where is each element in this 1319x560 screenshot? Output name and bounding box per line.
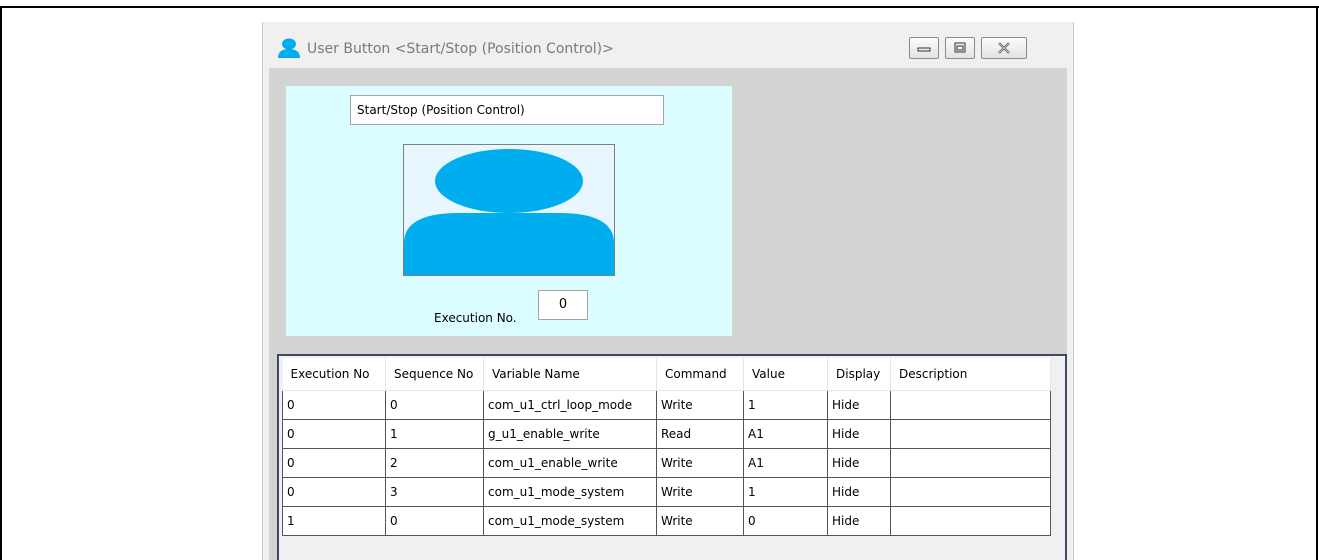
table-cell[interactable]: com_u1_mode_system [483,506,657,536]
table-cell[interactable]: com_u1_ctrl_loop_mode [483,390,657,420]
table-cell[interactable]: 2 [385,448,484,478]
execution-no-input[interactable]: 0 [538,290,588,320]
column-header[interactable]: Command [656,358,744,391]
table-cell[interactable]: 3 [385,477,484,507]
table-cell[interactable]: 1 [385,419,484,449]
column-header[interactable]: Value [743,358,828,391]
table-cell[interactable]: Write [656,390,744,420]
table-cell[interactable]: Hide [827,477,891,507]
button-preview-panel: Start/Stop (Position Control) Execution … [286,86,732,336]
frame-left [0,6,2,560]
execution-no-label: Execution No. [434,311,517,325]
table-cell[interactable]: A1 [743,419,828,449]
frame-top [0,6,1319,8]
table-cell[interactable]: com_u1_enable_write [483,448,657,478]
table-cell[interactable]: Write [656,477,744,507]
column-header[interactable]: Description [890,358,1051,391]
sequence-table: Execution No Sequence No Variable Name C… [282,358,1051,536]
column-header[interactable]: Variable Name [483,358,657,391]
table-row[interactable]: 0 1 g_u1_enable_write Read A1 Hide [282,419,1051,449]
column-header[interactable]: Display [827,358,891,391]
user-icon [277,38,301,61]
table-row[interactable]: 0 0 com_u1_ctrl_loop_mode Write 1 Hide [282,390,1051,420]
table-cell[interactable]: Read [656,419,744,449]
table-row[interactable]: 0 2 com_u1_enable_write Write A1 Hide [282,448,1051,478]
table-cell[interactable] [890,419,1051,449]
maximize-icon [954,42,966,53]
button-name-field[interactable]: Start/Stop (Position Control) [350,95,664,125]
table-cell[interactable]: Write [656,448,744,478]
table-cell[interactable]: 0 [282,477,386,507]
table-cell[interactable]: Hide [827,390,891,420]
user-button-image[interactable] [403,144,615,276]
user-icon [404,149,614,275]
window-title: User Button <Start/Stop (Position Contro… [307,41,614,57]
frame-right [1316,6,1318,560]
user-button-window: User Button <Start/Stop (Position Contro… [262,22,1074,560]
table-cell[interactable] [890,390,1051,420]
column-header[interactable]: Sequence No [385,358,484,391]
table-cell[interactable]: 0 [743,506,828,536]
table-cell[interactable]: Write [656,506,744,536]
minimize-button[interactable] [909,37,939,59]
table-cell[interactable]: 0 [385,390,484,420]
maximize-button[interactable] [945,37,975,59]
table-cell[interactable]: 0 [385,506,484,536]
table-row[interactable]: 1 0 com_u1_mode_system Write 0 Hide [282,506,1051,536]
close-button[interactable] [981,37,1027,59]
column-header[interactable]: Execution No [282,358,386,391]
table-cell[interactable]: Hide [827,419,891,449]
title-bar[interactable]: User Button <Start/Stop (Position Contro… [263,22,1073,68]
table-cell[interactable]: Hide [827,448,891,478]
client-area: Start/Stop (Position Control) Execution … [269,68,1067,560]
table-cell[interactable] [890,477,1051,507]
table-cell[interactable]: 0 [282,390,386,420]
table-cell[interactable]: 0 [282,448,386,478]
table-cell[interactable]: 0 [282,419,386,449]
table-cell[interactable] [890,448,1051,478]
table-cell[interactable]: 1 [743,390,828,420]
table-cell[interactable]: A1 [743,448,828,478]
table-cell[interactable]: Hide [827,506,891,536]
table-row[interactable]: 0 3 com_u1_mode_system Write 1 Hide [282,477,1051,507]
table-cell[interactable]: g_u1_enable_write [483,419,657,449]
table-cell[interactable]: com_u1_mode_system [483,477,657,507]
close-icon [998,42,1010,54]
table-cell[interactable]: 1 [743,477,828,507]
sequence-grid: Execution No Sequence No Variable Name C… [277,354,1067,560]
minimize-icon [917,47,931,52]
table-cell[interactable]: 1 [282,506,386,536]
header-row: Execution No Sequence No Variable Name C… [282,358,1051,391]
table-cell[interactable] [890,506,1051,536]
